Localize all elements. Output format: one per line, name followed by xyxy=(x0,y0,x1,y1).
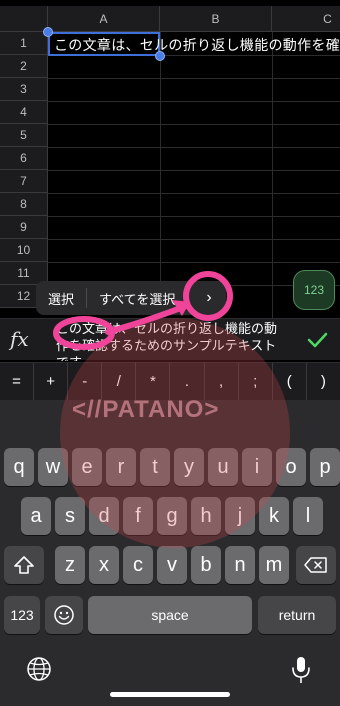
symbol-key-semicolon[interactable]: ; xyxy=(239,363,273,400)
home-indicator[interactable] xyxy=(110,692,230,697)
key-p[interactable]: p xyxy=(310,448,340,486)
grid-line xyxy=(272,32,273,320)
symbol-key-minus[interactable]: - xyxy=(68,363,103,400)
return-key[interactable]: return xyxy=(258,596,336,634)
key-i[interactable]: i xyxy=(242,448,272,486)
symbol-key-period[interactable]: . xyxy=(170,363,205,400)
grid-line xyxy=(160,32,161,320)
key-o[interactable]: o xyxy=(276,448,306,486)
key-h[interactable]: h xyxy=(191,497,221,535)
key-s[interactable]: s xyxy=(55,497,85,535)
edit-context-menu: 選択 すべてを選択 › xyxy=(36,281,226,315)
key-v[interactable]: v xyxy=(157,546,187,584)
grid-line xyxy=(48,216,340,217)
symbol-key-equals[interactable]: = xyxy=(0,363,35,400)
select-button[interactable]: 選択 xyxy=(36,281,86,315)
spreadsheet-grid[interactable]: A B C 1 2 3 4 5 6 7 8 9 10 11 12 この文章は、セ… xyxy=(0,0,340,320)
globe-button[interactable] xyxy=(24,654,54,684)
grid-corner[interactable] xyxy=(0,6,48,32)
shift-key[interactable] xyxy=(4,546,44,584)
key-m[interactable]: m xyxy=(259,546,289,584)
grid-line xyxy=(48,239,340,240)
row-header-5[interactable]: 5 xyxy=(0,124,48,147)
row-header-9[interactable]: 9 xyxy=(0,216,48,239)
symbol-key-comma[interactable]: , xyxy=(205,363,239,400)
cell-a1-text[interactable]: この文章は、セルの折り返し機能の動作を確認 xyxy=(54,35,340,55)
symbol-key-plus[interactable]: + xyxy=(34,363,69,400)
key-k[interactable]: k xyxy=(259,497,289,535)
key-c[interactable]: c xyxy=(123,546,153,584)
more-options-button[interactable]: › xyxy=(192,281,226,315)
key-u[interactable]: u xyxy=(208,448,238,486)
emoji-key[interactable] xyxy=(45,596,83,634)
row-header-6[interactable]: 6 xyxy=(0,147,48,170)
key-f[interactable]: f xyxy=(123,497,153,535)
key-z[interactable]: z xyxy=(55,546,85,584)
key-y[interactable]: y xyxy=(174,448,204,486)
shift-arrow-icon xyxy=(14,556,34,574)
symbol-key-row: = + - / * . , ; ( ) xyxy=(0,362,340,400)
selection-handle-bottom-right[interactable] xyxy=(155,51,165,61)
select-all-button[interactable]: すべてを選択 xyxy=(87,281,187,315)
grid-line xyxy=(48,78,340,79)
key-q[interactable]: q xyxy=(4,448,34,486)
backspace-key[interactable] xyxy=(296,546,336,584)
dictation-button[interactable] xyxy=(288,654,314,686)
globe-icon xyxy=(27,657,51,681)
symbol-key-close-paren[interactable]: ) xyxy=(307,363,340,400)
key-b[interactable]: b xyxy=(191,546,221,584)
grid-line xyxy=(48,170,340,171)
symbol-key-divide[interactable]: / xyxy=(102,363,137,400)
key-e[interactable]: e xyxy=(72,448,102,486)
column-header-a[interactable]: A xyxy=(48,6,160,32)
microphone-icon xyxy=(292,657,310,683)
row-header-1[interactable]: 1 xyxy=(0,32,48,55)
key-a[interactable]: a xyxy=(21,497,51,535)
key-g[interactable]: g xyxy=(157,497,187,535)
column-header-c[interactable]: C xyxy=(272,6,340,32)
row-header-8[interactable]: 8 xyxy=(0,193,48,216)
symbol-key-open-paren[interactable]: ( xyxy=(273,363,307,400)
column-header-b[interactable]: B xyxy=(160,6,272,32)
key-d[interactable]: d xyxy=(89,497,119,535)
grid-line xyxy=(48,193,340,194)
row-header-3[interactable]: 3 xyxy=(0,78,48,101)
key-r[interactable]: r xyxy=(106,448,136,486)
key-x[interactable]: x xyxy=(89,546,119,584)
row-header-10[interactable]: 10 xyxy=(0,239,48,262)
key-w[interactable]: w xyxy=(38,448,68,486)
emoji-icon xyxy=(54,605,74,625)
grid-line xyxy=(48,262,340,263)
key-t[interactable]: t xyxy=(140,448,170,486)
numeric-mode-button[interactable]: 123 xyxy=(293,270,335,310)
row-header-7[interactable]: 7 xyxy=(0,170,48,193)
space-key[interactable]: space xyxy=(88,596,252,634)
key-j[interactable]: j xyxy=(225,497,255,535)
grid-line xyxy=(48,147,340,148)
backspace-icon xyxy=(304,557,327,573)
selection-handle-top-left[interactable] xyxy=(43,27,53,37)
row-header-4[interactable]: 4 xyxy=(0,101,48,124)
key-l[interactable]: l xyxy=(293,497,323,535)
row-header-2[interactable]: 2 xyxy=(0,55,48,78)
formula-input[interactable]: この文章は、セルの折り返し機能の動作を確認するためのサンプルテキストです xyxy=(56,319,286,361)
symbol-key-multiply[interactable]: * xyxy=(136,363,171,400)
grid-line xyxy=(48,101,340,102)
checkmark-icon[interactable] xyxy=(302,327,332,353)
formula-bar: fx この文章は、セルの折り返し機能の動作を確認するためのサンプルテキストです xyxy=(0,318,340,361)
numbers-key[interactable]: 123 xyxy=(4,596,40,634)
function-icon[interactable]: fx xyxy=(10,327,29,351)
grid-line xyxy=(48,124,340,125)
key-n[interactable]: n xyxy=(225,546,255,584)
